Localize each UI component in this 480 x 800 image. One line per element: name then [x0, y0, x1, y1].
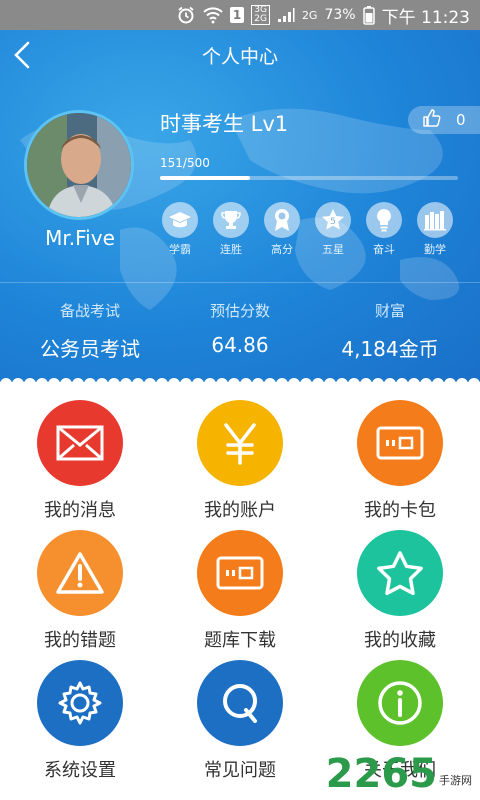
sim-badge: 1: [229, 7, 245, 23]
battery-percent: 73%: [324, 7, 356, 23]
star-outline-icon: [357, 530, 443, 616]
menu-faq[interactable]: 常见问题: [160, 660, 320, 782]
signal-icon: [277, 7, 295, 23]
header-divider: [0, 282, 480, 283]
progress-fill: [160, 176, 250, 180]
wifi-icon: [203, 6, 223, 24]
lightbulb-icon: [366, 202, 402, 238]
stat-wealth: 财富 4,184金币: [341, 302, 439, 361]
card-icon: [197, 530, 283, 616]
battery-icon: [362, 5, 375, 25]
menu-system-settings[interactable]: 系统设置: [0, 660, 160, 782]
badge-qinxue[interactable]: 勤学: [413, 202, 457, 257]
stat-score: 预估分数 64.86: [209, 302, 270, 357]
menu-my-favorites[interactable]: 我的收藏: [320, 530, 480, 652]
username: Mr.Five: [45, 226, 115, 250]
page-title: 个人中心: [201, 46, 278, 68]
menu-my-account[interactable]: 我的账户: [160, 400, 320, 522]
menu-grid: 我的消息 我的账户 我的卡包 我的错题 题库下载 我的收藏 系统设置 常见问题 …: [0, 382, 480, 800]
avatar-photo: [27, 113, 131, 217]
trophy-icon: [213, 202, 249, 238]
badge-gaofen[interactable]: 高分: [260, 202, 304, 257]
network-2g: 2G: [301, 8, 318, 22]
question-icon: [197, 660, 283, 746]
progress-text: 151/500: [160, 156, 210, 170]
clock: 下午 11:23: [381, 7, 470, 28]
status-bar: 1 3G 2G 2G 73% 下午 11:23: [0, 0, 480, 30]
like-button[interactable]: 0: [408, 106, 480, 134]
profile-header: 个人中心 Mr.Five 时事考生 Lv1 0 151/500 学霸 连胜 高分…: [0, 30, 480, 382]
badge-xueba[interactable]: 学霸: [158, 202, 202, 257]
medal-icon: [264, 202, 300, 238]
card-icon: [357, 400, 443, 486]
star-icon: 5: [315, 202, 351, 238]
menu-question-bank-download[interactable]: 题库下载: [160, 530, 320, 652]
envelope-icon: [37, 400, 123, 486]
like-count: 0: [456, 111, 466, 129]
yen-icon: [197, 400, 283, 486]
progress-bar: [160, 176, 458, 180]
books-icon: [417, 202, 453, 238]
level-title: 时事考生 Lv1: [160, 112, 289, 136]
graduation-cap-icon: [162, 202, 198, 238]
menu-my-mistakes[interactable]: 我的错题: [0, 530, 160, 652]
gear-icon: [37, 660, 123, 746]
avatar[interactable]: [24, 110, 134, 220]
menu-my-messages[interactable]: 我的消息: [0, 400, 160, 522]
stat-exam[interactable]: 备战考试 公务员考试: [10, 300, 170, 362]
navigation-bar: 个人中心: [0, 30, 480, 84]
badge-fendou[interactable]: 奋斗: [362, 202, 406, 257]
alarm-icon: [176, 5, 196, 25]
thumbs-up-icon: [422, 108, 442, 132]
menu-my-cards[interactable]: 我的卡包: [320, 400, 480, 522]
network-indicator: 3G 2G: [251, 5, 270, 25]
warning-icon: [37, 530, 123, 616]
badge-liansheng[interactable]: 连胜: [209, 202, 253, 257]
site-watermark: 2265 手游网: [325, 751, 472, 797]
badge-wuxing[interactable]: 5 五星: [311, 202, 355, 257]
badge-row: 学霸 连胜 高分 5 五星 奋斗 勤学: [158, 202, 458, 258]
info-icon: [357, 660, 443, 746]
svg-text:5: 5: [330, 217, 336, 227]
